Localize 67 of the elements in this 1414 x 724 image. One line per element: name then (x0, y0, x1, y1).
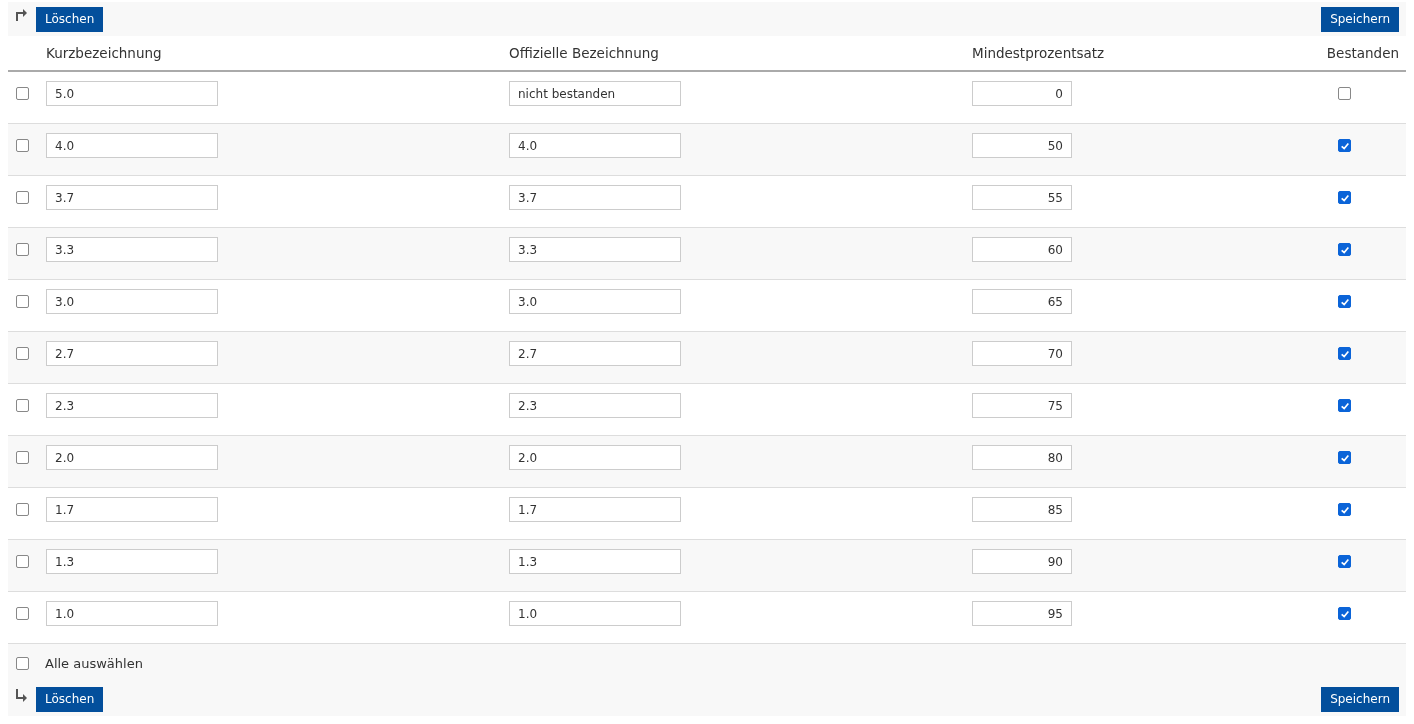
checkbox[interactable] (16, 191, 29, 204)
official-name-field[interactable]: 3.0 (509, 289, 681, 314)
checkbox[interactable] (1338, 295, 1351, 308)
checkbox[interactable] (16, 295, 29, 308)
official-name-field[interactable]: 1.3 (509, 549, 681, 574)
official-name-field[interactable]: 1.7 (509, 497, 681, 522)
official-name-field[interactable]: 4.0 (509, 133, 681, 158)
official-name-field[interactable]: 2.7 (509, 341, 681, 366)
checkbox[interactable] (1338, 607, 1351, 620)
min-percent-field[interactable]: 60 (972, 237, 1072, 262)
column-header: Offizielle Bezeichnung (509, 45, 660, 61)
official-name-field[interactable]: 1.0 (509, 601, 681, 626)
save-button[interactable]: Speichern (1321, 6, 1399, 32)
min-percent-field[interactable]: 55 (972, 185, 1072, 210)
official-name-field[interactable]: 3.7 (509, 185, 681, 210)
min-percent-field[interactable]: 75 (972, 393, 1072, 418)
min-percent-field[interactable]: 0 (972, 81, 1072, 106)
checkbox[interactable] (1338, 191, 1351, 204)
short-name-field[interactable]: 2.0 (46, 445, 218, 470)
checkbox[interactable] (1338, 555, 1351, 568)
checkbox[interactable] (16, 87, 29, 100)
checkbox[interactable] (16, 607, 29, 620)
short-name-field[interactable]: 1.0 (46, 601, 218, 626)
min-percent-field[interactable]: 95 (972, 601, 1072, 626)
select-all-label[interactable]: Alle auswählen (45, 655, 143, 671)
short-name-field[interactable]: 3.3 (46, 237, 218, 262)
short-name-field[interactable]: 4.0 (46, 133, 218, 158)
checkbox[interactable] (16, 243, 29, 256)
min-percent-field[interactable]: 50 (972, 133, 1072, 158)
min-percent-field[interactable]: 80 (972, 445, 1072, 470)
delete-button[interactable]: Löschen (36, 6, 104, 32)
short-name-field[interactable]: 3.0 (46, 289, 218, 314)
min-percent-field[interactable]: 90 (972, 549, 1072, 574)
short-name-field[interactable]: 3.7 (46, 185, 218, 210)
short-name-field[interactable]: 2.7 (46, 341, 218, 366)
official-name-field[interactable]: 2.0 (509, 445, 681, 470)
min-percent-field[interactable]: 70 (972, 341, 1072, 366)
checkbox[interactable] (16, 555, 29, 568)
checkbox[interactable] (16, 347, 29, 360)
column-header: Mindestprozentsatz (972, 45, 1106, 61)
delete-button[interactable]: Löschen (36, 686, 104, 712)
save-button[interactable]: Speichern (1321, 686, 1399, 712)
column-header: Bestanden (1326, 45, 1400, 61)
checkbox[interactable] (16, 451, 29, 464)
arrow-up-right-icon (16, 8, 28, 22)
official-name-field[interactable]: 3.3 (509, 237, 681, 262)
short-name-field[interactable]: 2.3 (46, 393, 218, 418)
official-name-field[interactable]: 2.3 (509, 393, 681, 418)
column-header: Kurzbezeichnung (46, 45, 163, 61)
checkbox[interactable] (16, 656, 29, 670)
checkbox[interactable] (16, 503, 29, 516)
checkbox[interactable] (1338, 139, 1351, 152)
checkbox[interactable] (1338, 347, 1351, 360)
checkbox[interactable] (1338, 399, 1351, 412)
checkbox[interactable] (16, 139, 29, 152)
short-name-field[interactable]: 5.0 (46, 81, 218, 106)
checkbox[interactable] (16, 399, 29, 412)
short-name-field[interactable]: 1.3 (46, 549, 218, 574)
short-name-field[interactable]: 1.7 (46, 497, 218, 522)
min-percent-field[interactable]: 65 (972, 289, 1072, 314)
arrow-down-right-icon (16, 688, 28, 702)
official-name-field[interactable]: nicht bestanden (509, 81, 681, 106)
checkbox[interactable] (1338, 503, 1351, 516)
checkbox[interactable] (1338, 87, 1351, 100)
min-percent-field[interactable]: 85 (972, 497, 1072, 522)
checkbox[interactable] (1338, 243, 1351, 256)
checkbox[interactable] (1338, 451, 1351, 464)
